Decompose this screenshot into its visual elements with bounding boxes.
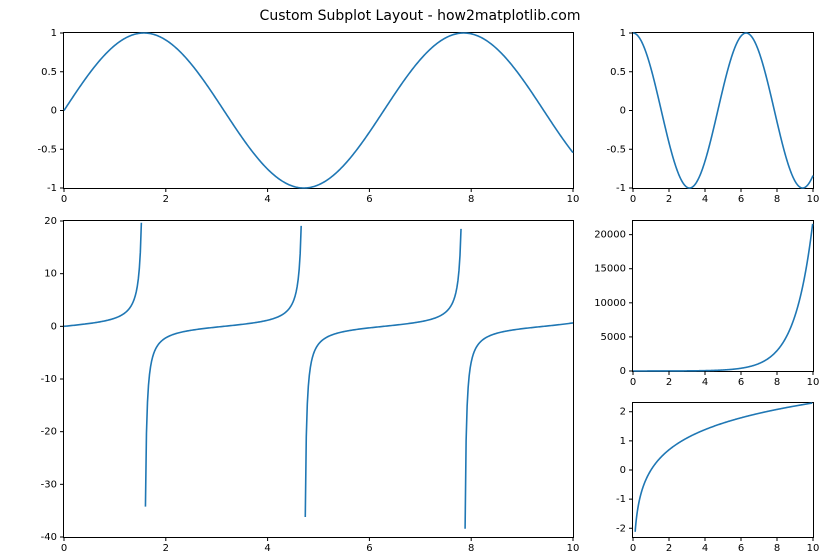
svg-text:4: 4 bbox=[702, 194, 708, 205]
line-sin bbox=[64, 33, 573, 188]
svg-text:20: 20 bbox=[44, 216, 57, 227]
svg-text:0: 0 bbox=[620, 465, 626, 476]
subplot-cos: 0246810 -1-0.500.51 bbox=[632, 32, 814, 189]
svg-text:4: 4 bbox=[264, 194, 270, 205]
svg-text:0.5: 0.5 bbox=[610, 67, 626, 78]
svg-text:0: 0 bbox=[51, 321, 57, 332]
svg-text:1: 1 bbox=[620, 436, 626, 447]
svg-text:10: 10 bbox=[807, 543, 820, 554]
xticks: 0 2 4 6 8 10 bbox=[61, 188, 580, 205]
svg-text:0: 0 bbox=[630, 543, 636, 554]
svg-text:10: 10 bbox=[807, 194, 820, 205]
svg-text:2: 2 bbox=[163, 543, 169, 554]
svg-text:-30: -30 bbox=[41, 479, 57, 490]
subplot-log: 0246810 -2-1012 bbox=[632, 402, 814, 538]
line-tan bbox=[64, 223, 573, 529]
svg-text:6: 6 bbox=[738, 543, 744, 554]
svg-text:8: 8 bbox=[774, 194, 780, 205]
subplot-sin: 0246810 -1-0.500.51 bbox=[63, 32, 574, 189]
svg-text:4: 4 bbox=[264, 543, 270, 554]
svg-text:1: 1 bbox=[51, 28, 57, 39]
svg-text:-20: -20 bbox=[41, 427, 57, 438]
svg-text:10: 10 bbox=[44, 269, 57, 280]
xticks: 0 2 4 6 8 10 bbox=[630, 188, 820, 205]
svg-text:0: 0 bbox=[620, 366, 626, 377]
yticks: 0 5000 10000 15000 20000 bbox=[594, 230, 633, 377]
line-exp bbox=[633, 221, 813, 371]
svg-text:-0.5: -0.5 bbox=[606, 144, 626, 155]
svg-text:2: 2 bbox=[666, 377, 672, 388]
xticks: 0 2 4 6 8 10 bbox=[61, 537, 580, 554]
svg-text:10: 10 bbox=[807, 377, 820, 388]
yticks: -1 -0.5 0 0.5 1 bbox=[606, 28, 633, 194]
xticks: 0 2 4 6 8 10 bbox=[630, 371, 820, 388]
line-cos bbox=[633, 33, 813, 188]
svg-text:6: 6 bbox=[366, 194, 372, 205]
svg-text:10: 10 bbox=[567, 194, 580, 205]
figure: Custom Subplot Layout - how2matplotlib.c… bbox=[0, 0, 840, 560]
figure-title: Custom Subplot Layout - how2matplotlib.c… bbox=[0, 8, 840, 24]
svg-text:-2: -2 bbox=[616, 523, 626, 534]
svg-text:15000: 15000 bbox=[594, 264, 626, 275]
svg-text:-0.5: -0.5 bbox=[37, 144, 57, 155]
xticks: 0 2 4 6 8 10 bbox=[630, 537, 820, 554]
svg-text:-10: -10 bbox=[41, 374, 57, 385]
svg-text:-1: -1 bbox=[47, 183, 57, 194]
subplot-tan: 0246810 -40-30-20-1001020 bbox=[63, 220, 574, 538]
yticks: -40 -30 -20 -10 0 10 20 bbox=[41, 216, 64, 543]
svg-text:0: 0 bbox=[630, 194, 636, 205]
subplot-exp: 0246810 05000100001500020000 bbox=[632, 220, 814, 372]
yticks: -2 -1 0 1 2 bbox=[616, 407, 633, 535]
svg-text:10: 10 bbox=[567, 543, 580, 554]
svg-text:0: 0 bbox=[620, 106, 626, 117]
svg-text:8: 8 bbox=[468, 543, 474, 554]
svg-text:2: 2 bbox=[163, 194, 169, 205]
svg-text:8: 8 bbox=[468, 194, 474, 205]
svg-text:2: 2 bbox=[666, 194, 672, 205]
svg-text:0.5: 0.5 bbox=[41, 67, 57, 78]
svg-text:0: 0 bbox=[630, 377, 636, 388]
svg-text:6: 6 bbox=[738, 377, 744, 388]
svg-text:1: 1 bbox=[620, 28, 626, 39]
svg-text:6: 6 bbox=[738, 194, 744, 205]
svg-text:8: 8 bbox=[774, 377, 780, 388]
svg-text:2: 2 bbox=[666, 543, 672, 554]
svg-text:0: 0 bbox=[61, 543, 67, 554]
svg-text:20000: 20000 bbox=[594, 230, 626, 241]
svg-text:-1: -1 bbox=[616, 494, 626, 505]
svg-text:4: 4 bbox=[702, 377, 708, 388]
svg-text:0: 0 bbox=[61, 194, 67, 205]
svg-text:4: 4 bbox=[702, 543, 708, 554]
svg-text:8: 8 bbox=[774, 543, 780, 554]
svg-text:0: 0 bbox=[51, 106, 57, 117]
svg-text:10000: 10000 bbox=[594, 298, 626, 309]
svg-text:-40: -40 bbox=[41, 532, 57, 543]
svg-text:5000: 5000 bbox=[601, 332, 626, 343]
svg-text:6: 6 bbox=[366, 543, 372, 554]
line-log bbox=[635, 403, 813, 532]
svg-text:2: 2 bbox=[620, 407, 626, 418]
yticks: -1 -0.5 0 0.5 1 bbox=[37, 28, 64, 194]
svg-text:-1: -1 bbox=[616, 183, 626, 194]
